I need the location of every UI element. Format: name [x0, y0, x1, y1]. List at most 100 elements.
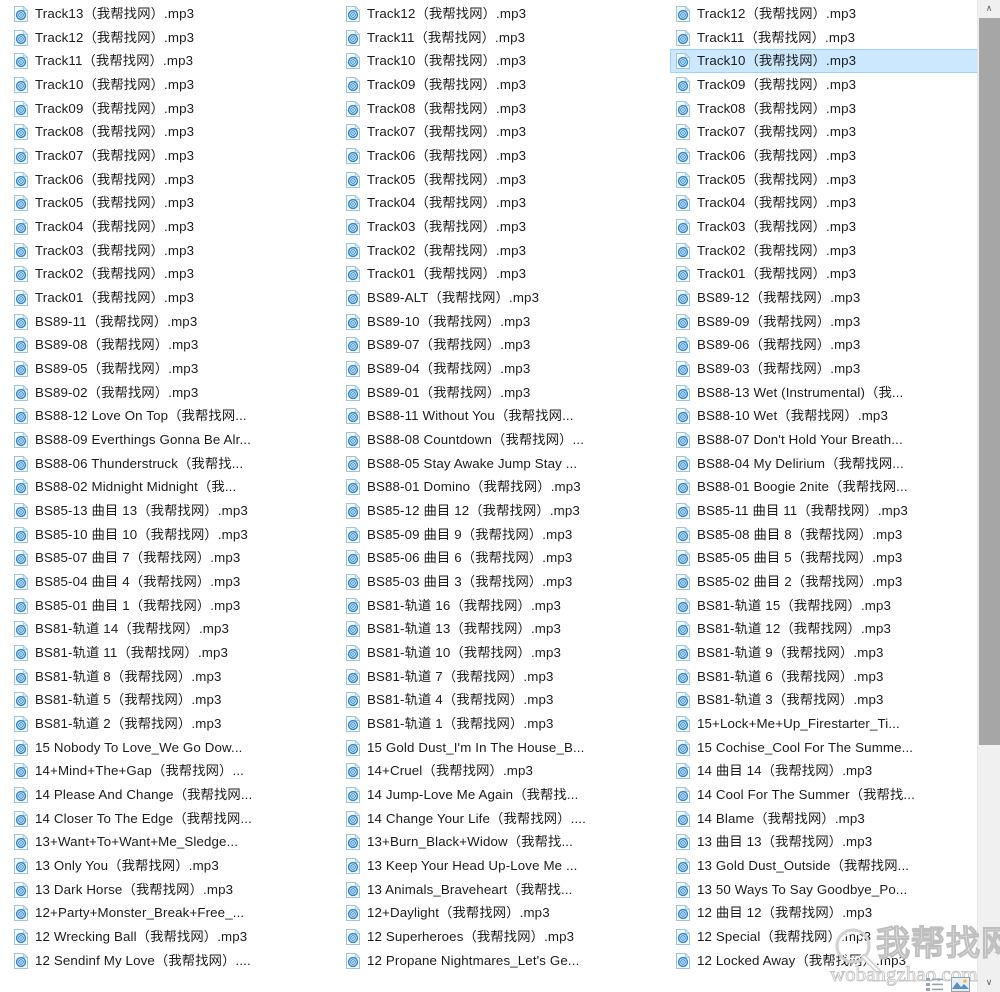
file-row[interactable]: BS81-轨道 7（我帮找网）.mp3 — [340, 665, 658, 689]
file-row[interactable]: BS81-轨道 11（我帮找网）.mp3 — [8, 641, 326, 665]
file-row[interactable]: BS81-轨道 8（我帮找网）.mp3 — [8, 665, 326, 689]
file-row[interactable]: 13 Only You（我帮找网）.mp3 — [8, 854, 326, 878]
file-row[interactable]: 13 50 Ways To Say Goodbye_Po... — [670, 878, 977, 902]
file-row[interactable]: 13 Keep Your Head Up-Love Me ... — [340, 854, 658, 878]
file-row[interactable]: Track05（我帮找网）.mp3 — [670, 168, 977, 192]
file-explorer-pane[interactable]: Track13（我帮找网）.mp3 Track12（我帮找网）.mp3 Track1… — [0, 0, 977, 992]
file-row[interactable]: Track01（我帮找网）.mp3 — [8, 286, 326, 310]
file-row[interactable]: Track07（我帮找网）.mp3 — [340, 120, 658, 144]
file-row[interactable]: 15 Cochise_Cool For The Summe... — [670, 736, 977, 760]
file-row[interactable]: Track08（我帮找网）.mp3 — [8, 120, 326, 144]
file-row[interactable]: Track06（我帮找网）.mp3 — [340, 144, 658, 168]
file-row[interactable]: Track01（我帮找网）.mp3 — [670, 262, 977, 286]
file-row[interactable]: BS88-11 Without You（我帮找网... — [340, 404, 658, 428]
file-row[interactable]: BS88-10 Wet（我帮找网）.mp3 — [670, 404, 977, 428]
file-row[interactable]: Track04（我帮找网）.mp3 — [340, 191, 658, 215]
file-row[interactable]: BS81-轨道 4（我帮找网）.mp3 — [340, 688, 658, 712]
file-row[interactable]: BS81-轨道 14（我帮找网）.mp3 — [8, 617, 326, 641]
file-row[interactable]: 13 Dark Horse（我帮找网）.mp3 — [8, 878, 326, 902]
file-row[interactable]: Track03（我帮找网）.mp3 — [340, 215, 658, 239]
file-row[interactable]: BS81-轨道 6（我帮找网）.mp3 — [670, 665, 977, 689]
file-row[interactable]: Track02（我帮找网）.mp3 — [340, 239, 658, 263]
file-row[interactable]: BS85-07 曲目 7（我帮找网）.mp3 — [8, 546, 326, 570]
file-row[interactable]: Track09（我帮找网）.mp3 — [8, 97, 326, 121]
file-row[interactable]: Track05（我帮找网）.mp3 — [340, 168, 658, 192]
file-row[interactable]: 12 Locked Away（我帮找网）.mp3 — [670, 949, 977, 973]
scroll-up-button[interactable]: ∧ — [978, 0, 1000, 18]
file-row[interactable]: BS89-02（我帮找网）.mp3 — [8, 381, 326, 405]
file-row[interactable]: BS85-02 曲目 2（我帮找网）.mp3 — [670, 570, 977, 594]
file-row[interactable]: BS89-05（我帮找网）.mp3 — [8, 357, 326, 381]
file-row[interactable]: BS88-09 Everthings Gonna Be Alr... — [8, 428, 326, 452]
file-row[interactable]: BS85-01 曲目 1（我帮找网）.mp3 — [8, 594, 326, 618]
file-row[interactable]: BS81-轨道 9（我帮找网）.mp3 — [670, 641, 977, 665]
file-row[interactable]: BS89-08（我帮找网）.mp3 — [8, 333, 326, 357]
file-row[interactable]: 13 曲目 13（我帮找网）.mp3 — [670, 831, 977, 855]
file-row[interactable]: BS85-04 曲目 4（我帮找网）.mp3 — [8, 570, 326, 594]
file-row[interactable]: Track12（我帮找网）.mp3 — [8, 26, 326, 50]
file-row[interactable]: BS88-01 Boogie 2nite（我帮找网... — [670, 475, 977, 499]
file-row[interactable]: Track07（我帮找网）.mp3 — [8, 144, 326, 168]
file-row[interactable]: BS85-12 曲目 12（我帮找网）.mp3 — [340, 499, 658, 523]
file-row[interactable]: Track03（我帮找网）.mp3 — [8, 239, 326, 263]
file-row[interactable]: BS88-06 Thunderstruck（我帮找... — [8, 452, 326, 476]
file-row[interactable]: 14 Please And Change（我帮找网... — [8, 783, 326, 807]
file-row[interactable]: Track11（我帮找网）.mp3 — [670, 26, 977, 50]
file-row[interactable]: BS85-06 曲目 6（我帮找网）.mp3 — [340, 546, 658, 570]
view-mode-buttons[interactable] — [926, 977, 970, 992]
file-row[interactable]: 12 Propane Nightmares_Let's Ge... — [340, 949, 658, 973]
file-row[interactable]: 14 Jump-Love Me Again（我帮找... — [340, 783, 658, 807]
file-row[interactable]: 14 Cool For The Summer（我帮找... — [670, 783, 977, 807]
file-row[interactable]: BS85-13 曲目 13（我帮找网）.mp3 — [8, 499, 326, 523]
large-icons-view-icon[interactable] — [951, 977, 970, 992]
file-row[interactable]: BS89-09（我帮找网）.mp3 — [670, 310, 977, 334]
file-row[interactable]: BS88-12 Love On Top（我帮找网... — [8, 404, 326, 428]
file-row[interactable]: BS81-轨道 12（我帮找网）.mp3 — [670, 617, 977, 641]
file-row[interactable]: BS81-轨道 15（我帮找网）.mp3 — [670, 594, 977, 618]
file-row[interactable]: BS89-03（我帮找网）.mp3 — [670, 357, 977, 381]
file-row[interactable]: Track06（我帮找网）.mp3 — [8, 168, 326, 192]
file-row[interactable]: 14 Blame（我帮找网）.mp3 — [670, 807, 977, 831]
file-row[interactable]: BS88-04 My Delirium（我帮找网... — [670, 452, 977, 476]
file-row[interactable]: 14 Closer To The Edge（我帮找网... — [8, 807, 326, 831]
file-row[interactable]: Track12（我帮找网）.mp3 — [340, 2, 658, 26]
file-row[interactable]: Track06（我帮找网）.mp3 — [670, 144, 977, 168]
file-row[interactable]: Track03（我帮找网）.mp3 — [670, 215, 977, 239]
file-row[interactable]: Track10（我帮找网）.mp3 — [8, 73, 326, 97]
file-row[interactable]: Track09（我帮找网）.mp3 — [670, 73, 977, 97]
file-row[interactable]: 15+Lock+Me+Up_Firestarter_Ti... — [670, 712, 977, 736]
file-row[interactable]: BS88-02 Midnight Midnight（我... — [8, 475, 326, 499]
file-row[interactable]: 13+Burn_Black+Widow（我帮找... — [340, 831, 658, 855]
file-row[interactable]: BS81-轨道 1（我帮找网）.mp3 — [340, 712, 658, 736]
file-row[interactable]: BS85-10 曲目 10（我帮找网）.mp3 — [8, 523, 326, 547]
file-row[interactable]: BS81-轨道 3（我帮找网）.mp3 — [670, 688, 977, 712]
file-row[interactable]: Track13（我帮找网）.mp3 — [8, 2, 326, 26]
file-row[interactable]: BS88-13 Wet (Instrumental)（我... — [670, 381, 977, 405]
file-row[interactable]: Track05（我帮找网）.mp3 — [8, 191, 326, 215]
file-row[interactable]: BS81-轨道 5（我帮找网）.mp3 — [8, 688, 326, 712]
file-row[interactable]: BS85-03 曲目 3（我帮找网）.mp3 — [340, 570, 658, 594]
file-row[interactable]: Track01（我帮找网）.mp3 — [340, 262, 658, 286]
file-row[interactable]: Track08（我帮找网）.mp3 — [670, 97, 977, 121]
file-row[interactable]: Track12（我帮找网）.mp3 — [670, 2, 977, 26]
file-row[interactable]: BS88-08 Countdown（我帮找网）... — [340, 428, 658, 452]
file-row[interactable]: 12 Special（我帮找网）.mp3 — [670, 925, 977, 949]
file-row[interactable]: BS89-12（我帮找网）.mp3 — [670, 286, 977, 310]
file-row[interactable]: 13 Gold Dust_Outside（我帮找网... — [670, 854, 977, 878]
file-row[interactable]: 12 Sendinf My Love（我帮找网）.... — [8, 949, 326, 973]
file-row-selected[interactable]: Track10（我帮找网）.mp3 — [670, 49, 977, 74]
file-row[interactable]: 14 曲目 14（我帮找网）.mp3 — [670, 760, 977, 784]
file-row[interactable]: BS81-轨道 16（我帮找网）.mp3 — [340, 594, 658, 618]
vertical-scrollbar[interactable]: ∧ ∨ — [977, 0, 1000, 992]
file-row[interactable]: Track10（我帮找网）.mp3 — [340, 49, 658, 73]
file-row[interactable]: BS85-09 曲目 9（我帮找网）.mp3 — [340, 523, 658, 547]
file-row[interactable]: 15 Gold Dust_I'm In The House_B... — [340, 736, 658, 760]
scrollbar-thumb[interactable] — [979, 18, 1000, 745]
file-row[interactable]: BS89-10（我帮找网）.mp3 — [340, 310, 658, 334]
scrollbar-track[interactable] — [979, 745, 1000, 974]
file-row[interactable]: BS88-05 Stay Awake Jump Stay ... — [340, 452, 658, 476]
scroll-down-button[interactable]: ∨ — [978, 974, 1000, 992]
file-row[interactable]: Track08（我帮找网）.mp3 — [340, 97, 658, 121]
file-row[interactable]: BS88-01 Domino（我帮找网）.mp3 — [340, 475, 658, 499]
file-row[interactable]: BS89-07（我帮找网）.mp3 — [340, 333, 658, 357]
